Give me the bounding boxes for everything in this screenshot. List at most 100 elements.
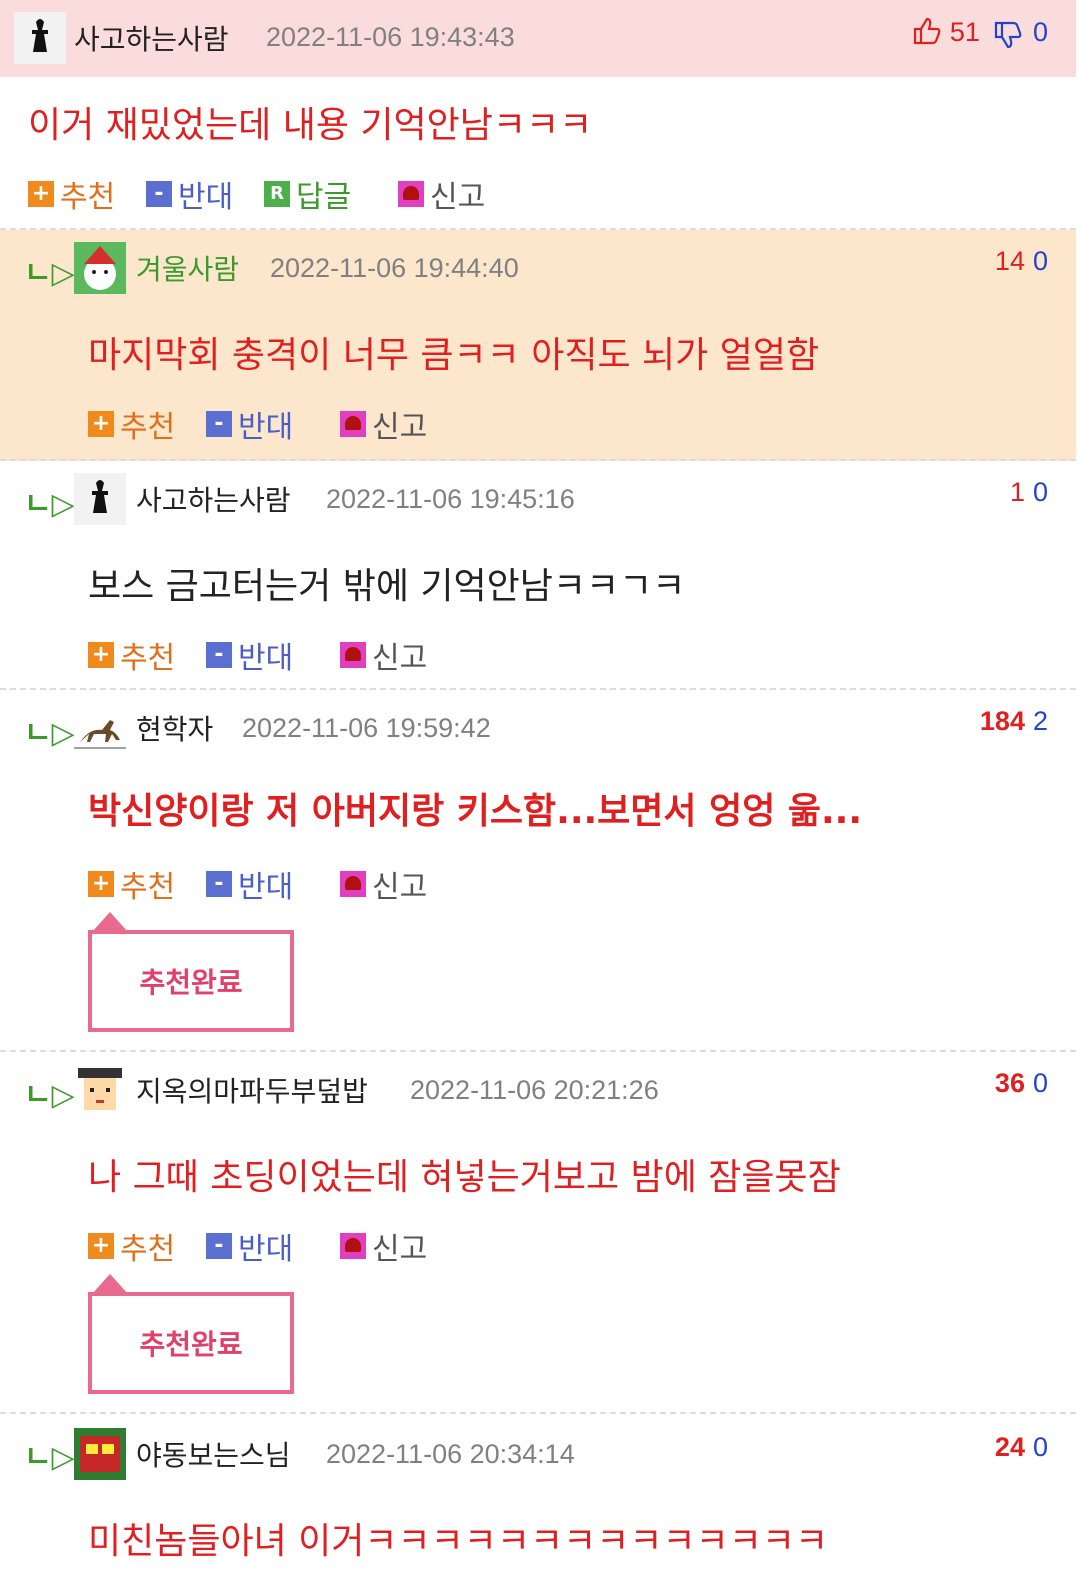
vote-counts: 24 0	[995, 1432, 1048, 1463]
comment-body: 박신양이랑 저 아버지랑 키스함...보면서 엉엉 욺...	[88, 791, 863, 832]
vote-counts: 36 0	[995, 1068, 1048, 1099]
nickname[interactable]: 겨울사람	[136, 248, 239, 288]
reply-arrow-icon: ㄴ▷	[24, 1078, 75, 1113]
nickname[interactable]: 사고하는사람	[74, 18, 229, 58]
comment-body: 미친놈들아녀 이거ㅋㅋㅋㅋㅋㅋㅋㅋㅋㅋㅋㅋㅋㅋ	[88, 1521, 829, 1562]
alarm-icon	[398, 181, 424, 207]
report-button[interactable]: 신고	[340, 1224, 427, 1268]
comment-body: 보스 금고터는거 밖에 기억안남ㅋㅋㄱㅋ	[88, 566, 686, 607]
recommend-label: 추천	[120, 410, 176, 445]
report-label: 신고	[430, 180, 486, 215]
alarm-icon	[340, 642, 366, 668]
downvote-count: 0	[1032, 17, 1048, 47]
comment-reply: ㄴ▷ 현학자 2022-11-06 19:59:42 184 2 박신양이랑 저 …	[0, 690, 1076, 1052]
nickname[interactable]: 현학자	[136, 708, 213, 748]
avatar[interactable]	[74, 242, 126, 294]
minus-icon: -	[206, 871, 232, 897]
report-label: 신고	[372, 870, 428, 905]
report-button[interactable]: 신고	[340, 633, 427, 677]
upvote-count: 1	[1009, 477, 1025, 507]
recommend-label: 추천	[60, 180, 116, 215]
report-button[interactable]: 신고	[340, 402, 427, 446]
downvote-count: 0	[1032, 246, 1048, 276]
recommend-button[interactable]: + 추천	[88, 1224, 175, 1268]
reply-button[interactable]: R 답글	[264, 172, 351, 216]
minus-icon: -	[206, 411, 232, 437]
upvote-count: 51	[949, 17, 980, 47]
recommend-button[interactable]: + 추천	[28, 172, 115, 216]
comment-actions: + 추천 - 반대 신고	[88, 1224, 488, 1267]
upvote-count: 24	[994, 1432, 1025, 1462]
oppose-button[interactable]: - 반대	[206, 633, 293, 677]
nickname[interactable]: 야동보는스님	[136, 1434, 291, 1474]
thumbs-up-icon	[914, 17, 941, 45]
oppose-label: 반대	[238, 410, 294, 445]
comment-body: 이거 재밌었는데 내용 기억안남ㅋㅋㅋ	[28, 105, 593, 146]
report-button[interactable]: 신고	[340, 862, 427, 906]
comment-actions: + 추천 - 반대 신고	[88, 862, 488, 905]
comment: 사고하는사람 2022-11-06 19:43:43 51 0 이거 재밌었는데…	[0, 0, 1076, 230]
avatar[interactable]	[74, 473, 126, 525]
downvote-count: 0	[1032, 477, 1048, 507]
oppose-button[interactable]: - 반대	[206, 1224, 293, 1268]
avatar[interactable]	[74, 1428, 126, 1480]
upvote-count: 184	[979, 706, 1025, 736]
avatar[interactable]	[74, 1064, 126, 1116]
comment-date: 2022-11-06 19:44:40	[270, 253, 519, 283]
avatar[interactable]	[74, 702, 126, 754]
plus-icon: +	[88, 642, 114, 668]
reply-arrow-icon: ㄴ▷	[24, 487, 75, 522]
recommend-label: 추천	[120, 1232, 176, 1267]
thumbs-down-icon	[995, 21, 1022, 49]
plus-icon: +	[88, 411, 114, 437]
reply-icon: R	[264, 181, 290, 207]
recommend-label: 추천	[120, 870, 176, 905]
recommend-done-popup[interactable]: 추천완료	[88, 912, 294, 1032]
oppose-label: 반대	[238, 1232, 294, 1267]
alarm-icon	[340, 1233, 366, 1259]
comment-date: 2022-11-06 20:21:26	[410, 1075, 659, 1105]
comment-body: 마지막회 충격이 너무 큼ㅋㅋ 아직도 뇌가 얼얼함	[88, 335, 820, 376]
comment-reply: ㄴ▷ 사고하는사람 2022-11-06 19:45:16 10 보스 금고터는…	[0, 461, 1076, 690]
oppose-button[interactable]: - 반대	[206, 402, 293, 446]
report-button[interactable]: 신고	[398, 172, 485, 216]
report-label: 신고	[372, 641, 428, 676]
oppose-label: 반대	[178, 180, 234, 215]
comment-reply: ㄴ▷ 지옥의마파두부덮밥 2022-11-06 20:21:26 36 0 나 그…	[0, 1052, 1076, 1414]
plus-icon: +	[88, 871, 114, 897]
nickname[interactable]: 지옥의마파두부덮밥	[136, 1070, 368, 1110]
avatar[interactable]	[14, 12, 66, 64]
recommend-done-popup[interactable]: 추천완료	[88, 1274, 294, 1394]
plus-icon: +	[88, 1233, 114, 1259]
downvote-count: 2	[1032, 706, 1048, 736]
recommend-button[interactable]: + 추천	[88, 862, 175, 906]
alarm-icon	[340, 871, 366, 897]
vote-counts: 51 0	[912, 16, 1048, 50]
recommend-label: 추천	[120, 641, 176, 676]
comment-reply: ㄴ▷ 겨울사람 2022-11-06 19:44:40 14 0 마지막회 충격이…	[0, 230, 1076, 461]
upvote-count: 14	[994, 246, 1025, 276]
comment-reply: ㄴ▷ 야동보는스님 2022-11-06 20:34:14 24 0 미친놈들아녀…	[0, 1414, 1076, 1572]
nickname[interactable]: 사고하는사람	[136, 479, 291, 519]
plus-icon: +	[28, 181, 54, 207]
oppose-button[interactable]: - 반대	[206, 862, 293, 906]
comment-date: 2022-11-06 19:59:42	[242, 713, 491, 743]
vote-counts: 184 2	[980, 706, 1048, 737]
recommend-button[interactable]: + 추천	[88, 402, 175, 446]
comment-actions: + 추천 - 반대 R 답글 신고	[28, 172, 628, 215]
report-label: 신고	[372, 1232, 428, 1267]
report-label: 신고	[372, 410, 428, 445]
comment-actions: + 추천 - 반대 신고	[88, 633, 488, 676]
comment-date: 2022-11-06 20:34:14	[326, 1439, 575, 1469]
reply-arrow-icon: ㄴ▷	[24, 256, 75, 291]
upvote-count: 36	[994, 1068, 1025, 1098]
comment-date: 2022-11-06 19:43:43	[266, 22, 515, 52]
reply-arrow-icon: ㄴ▷	[24, 716, 75, 751]
minus-icon: -	[206, 642, 232, 668]
vote-counts: 10	[1010, 477, 1048, 508]
recommend-button[interactable]: + 추천	[88, 633, 175, 677]
downvote-count: 0	[1032, 1068, 1048, 1098]
comment-date: 2022-11-06 19:45:16	[326, 484, 575, 514]
oppose-button[interactable]: - 반대	[146, 172, 233, 216]
oppose-label: 반대	[238, 641, 294, 676]
